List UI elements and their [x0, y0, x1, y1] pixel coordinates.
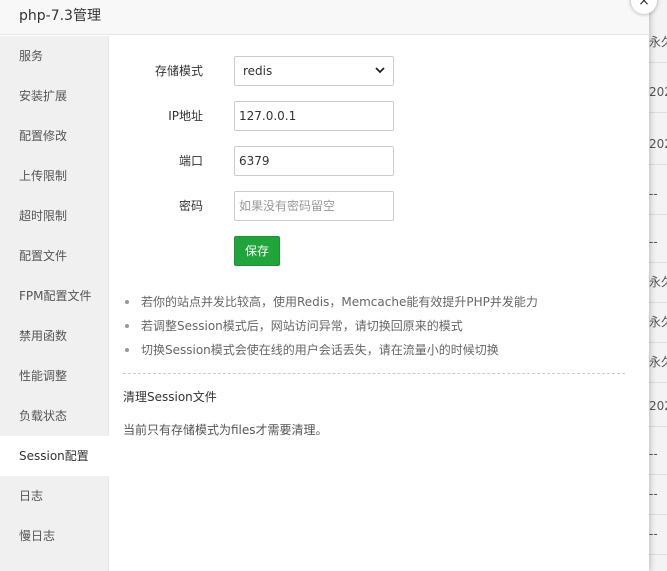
session-config-panel: 存储模式 redis IP地址 端口 密码 保存 若你的站点并发比较高，使用Re… [109, 36, 649, 571]
list-item: 若调整Session模式后，网站访问异常，请切换回原来的模式 [123, 314, 538, 338]
sidebar-item-load-status[interactable]: 负载状态 [0, 396, 108, 436]
sidebar-item-upload-limit[interactable]: 上传限制 [0, 156, 108, 196]
background-cell: -- [649, 514, 667, 555]
ip-input[interactable] [234, 101, 394, 131]
list-item: 切换Session模式会使在线的用户会话丢失，请在流量小的时候切换 [123, 338, 538, 362]
port-input[interactable] [234, 146, 394, 176]
tip-text: 切换Session模式会使在线的用户会话丢失，请在流量小的时候切换 [141, 343, 499, 357]
ip-label: IP地址 [168, 109, 203, 123]
modal-title: php-7.3管理 [0, 0, 649, 35]
cleanup-session-title: 清理Session文件 [123, 390, 217, 404]
sidebar-item-install-extensions[interactable]: 安装扩展 [0, 76, 108, 116]
bullet-icon [125, 324, 129, 328]
background-cell: -- [649, 174, 667, 215]
background-cell: 永久 [649, 302, 667, 343]
bullet-icon [125, 348, 129, 352]
sidebar-item-slow-log[interactable]: 慢日志 [0, 516, 108, 556]
background-cell: -- [649, 222, 667, 263]
save-button[interactable]: 保存 [234, 236, 280, 266]
storage-mode-row: 存储模式 redis [109, 56, 649, 86]
background-cell: -- [649, 474, 667, 515]
chevron-down-icon [375, 67, 385, 74]
port-row: 端口 [109, 146, 649, 176]
background-page: 永久 202 202 -- -- 永久 永久 永久 202 -- -- -- [647, 0, 667, 571]
sidebar-item-performance-tuning[interactable]: 性能调整 [0, 356, 108, 396]
list-item: 若你的站点并发比较高，使用Redis，Memcache能有效提升PHP并发能力 [123, 290, 538, 314]
password-input[interactable] [234, 191, 394, 221]
bullet-icon [125, 300, 129, 304]
sidebar-item-disabled-functions[interactable]: 禁用函数 [0, 316, 108, 356]
port-label: 端口 [178, 154, 203, 168]
tips-list: 若你的站点并发比较高，使用Redis，Memcache能有效提升PHP并发能力 … [123, 290, 538, 362]
section-divider [123, 373, 625, 374]
password-row: 密码 [109, 191, 649, 221]
background-cell: 永久 [649, 22, 667, 63]
sidebar-item-timeout-limit[interactable]: 超时限制 [0, 196, 108, 236]
sidebar-item-service[interactable]: 服务 [0, 36, 108, 76]
sidebar-item-log[interactable]: 日志 [0, 476, 108, 516]
storage-mode-select[interactable]: redis [234, 56, 394, 86]
cleanup-session-note: 当前只有存储模式为files才需要清理。 [123, 423, 328, 437]
background-cell: -- [649, 434, 667, 475]
sidebar-item-config-file[interactable]: 配置文件 [0, 236, 108, 276]
storage-mode-value: redis [243, 64, 273, 78]
sidebar-item-fpm-config-file[interactable]: FPM配置文件 [0, 276, 108, 316]
background-cell: 202 [649, 72, 667, 113]
background-cell: 202 [649, 124, 667, 165]
sidebar: 服务 安装扩展 配置修改 上传限制 超时限制 配置文件 FPM配置文件 禁用函数… [0, 36, 129, 571]
php-manager-modal: php-7.3管理 × 服务 安装扩展 配置修改 上传限制 超时限制 配置文件 … [0, 0, 657, 571]
tip-text: 若调整Session模式后，网站访问异常，请切换回原来的模式 [141, 319, 463, 333]
storage-mode-label: 存储模式 [154, 64, 203, 78]
background-cell: 永久 [649, 262, 667, 303]
password-label: 密码 [178, 199, 203, 213]
sidebar-item-config-edit[interactable]: 配置修改 [0, 116, 108, 156]
ip-row: IP地址 [109, 101, 649, 131]
background-cell: 202 [649, 386, 667, 427]
tip-text: 若你的站点并发比较高，使用Redis，Memcache能有效提升PHP并发能力 [141, 295, 538, 309]
background-cell: 永久 [649, 342, 667, 383]
